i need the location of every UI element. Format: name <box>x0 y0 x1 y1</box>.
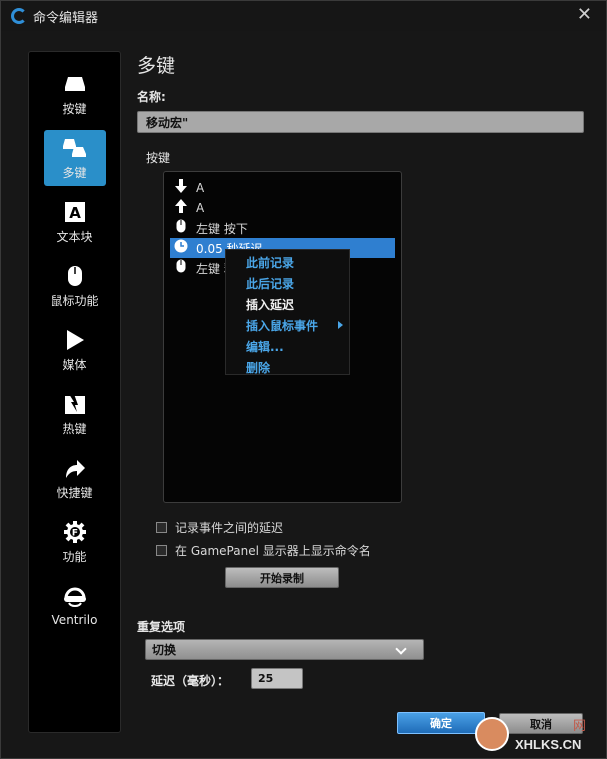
record-delay-label: 记录事件之间的延迟 <box>175 521 284 535</box>
title-bar: 命令编辑器 ✕ <box>1 1 606 31</box>
sidebar-item-ventrilo[interactable]: Ventrilo <box>44 578 106 634</box>
close-button[interactable]: ✕ <box>577 6 592 24</box>
multi-key-icon <box>62 136 88 160</box>
list-item-label: A <box>196 181 205 195</box>
sidebar-item-label: 热键 <box>62 421 87 436</box>
keys-label: 按键 <box>146 151 171 165</box>
sidebar-item-label: 功能 <box>62 549 87 564</box>
repeat-mode-select[interactable]: 切换 <box>145 639 424 660</box>
arrow-up-icon <box>174 199 188 217</box>
delay-label: 延迟（毫秒）： <box>151 674 230 688</box>
menu-item-edit[interactable]: 编辑... <box>226 336 349 357</box>
show-name-label: 在 GamePanel 显示器上显示命令名 <box>175 544 371 558</box>
record-delay-option: 记录事件之间的延迟 <box>156 519 283 536</box>
menu-item-delete[interactable]: 删除 <box>226 357 349 378</box>
repeat-mode-value: 切换 <box>152 643 177 657</box>
show-name-option: 在 GamePanel 显示器上显示命令名 <box>156 542 371 559</box>
sidebar-item-text-block[interactable]: A 文本块 <box>44 194 106 250</box>
sidebar-item-keystroke[interactable]: 按键 <box>44 66 106 122</box>
list-item-label: A <box>196 201 205 215</box>
page-title: 多键 <box>137 55 176 77</box>
submenu-arrow-icon <box>338 321 343 329</box>
list-item[interactable]: A <box>170 198 395 218</box>
sidebar-item-hotkey[interactable]: 热键 <box>44 386 106 442</box>
text-block-icon: A <box>62 200 88 224</box>
svg-text:A: A <box>69 204 81 222</box>
sidebar-item-mouse-function[interactable]: 鼠标功能 <box>44 258 106 314</box>
clock-icon <box>174 239 188 257</box>
menu-item-record-before[interactable]: 此前记录 <box>226 252 349 273</box>
headset-icon <box>62 585 88 609</box>
chevron-down-icon <box>395 643 407 655</box>
name-input[interactable] <box>137 111 584 133</box>
menu-item-label: 插入鼠标事件 <box>246 319 319 333</box>
function-gear-icon: F <box>62 520 88 544</box>
sidebar-item-label: 按键 <box>62 101 87 116</box>
command-type-sidebar: 按键 多键 A 文本块 鼠标功能 媒体 热键 快捷键 F 功能 Ventrilo <box>28 51 121 733</box>
sidebar-item-label: 媒体 <box>62 357 87 372</box>
watermark-top-text: 网 <box>573 719 587 734</box>
context-menu: 此前记录 此后记录 插入延迟 插入鼠标事件 编辑... 删除 <box>225 249 350 375</box>
sidebar-item-label: Ventrilo <box>51 613 98 627</box>
list-item-label: 左键 按下 <box>196 221 248 236</box>
keycap-icon <box>62 72 88 96</box>
menu-item-insert-delay[interactable]: 插入延迟 <box>226 294 349 315</box>
start-recording-button[interactable]: 开始录制 <box>225 567 339 588</box>
delay-input[interactable] <box>251 668 303 689</box>
repeat-options-label: 重复选项 <box>137 620 186 634</box>
sidebar-item-shortcut[interactable]: 快捷键 <box>44 450 106 506</box>
sidebar-item-function[interactable]: F 功能 <box>44 514 106 570</box>
mouse-icon <box>62 264 88 288</box>
record-delay-checkbox[interactable] <box>156 522 167 533</box>
sidebar-item-label: 文本块 <box>56 229 93 244</box>
watermark: 网 XHLKS.CN <box>475 713 607 759</box>
play-icon <box>62 328 88 352</box>
menu-item-insert-mouse-event[interactable]: 插入鼠标事件 <box>226 315 349 336</box>
ok-button[interactable]: 确定 <box>397 712 485 734</box>
sidebar-item-multikey[interactable]: 多键 <box>43 130 106 186</box>
svg-text:F: F <box>71 528 77 538</box>
logitech-g-logo-icon <box>11 8 27 24</box>
mouse-icon <box>174 219 188 237</box>
arrow-down-icon <box>174 179 188 197</box>
show-name-checkbox[interactable] <box>156 545 167 556</box>
watermark-text: XHLKS.CN <box>515 737 582 752</box>
shortcut-arrow-icon <box>62 456 88 480</box>
mouse-icon <box>174 259 188 277</box>
sidebar-item-label: 快捷键 <box>56 485 93 500</box>
list-item[interactable]: A <box>170 178 395 198</box>
hotkey-icon <box>62 392 88 416</box>
fox-mascot-icon <box>475 717 509 751</box>
list-item[interactable]: 左键 按下 <box>170 218 395 238</box>
name-label: 名称: <box>137 90 166 104</box>
command-editor-window: 命令编辑器 ✕ 按键 多键 A 文本块 鼠标功能 媒体 热键 快捷键 F 功能 … <box>0 0 607 759</box>
sidebar-item-media[interactable]: 媒体 <box>44 322 106 378</box>
sidebar-item-label: 多键 <box>62 165 87 180</box>
sidebar-item-label: 鼠标功能 <box>50 293 99 308</box>
menu-item-record-after[interactable]: 此后记录 <box>226 273 349 294</box>
window-title: 命令编辑器 <box>33 10 99 26</box>
multikey-editor-panel: 多键 名称: 按键 <box>137 51 586 165</box>
